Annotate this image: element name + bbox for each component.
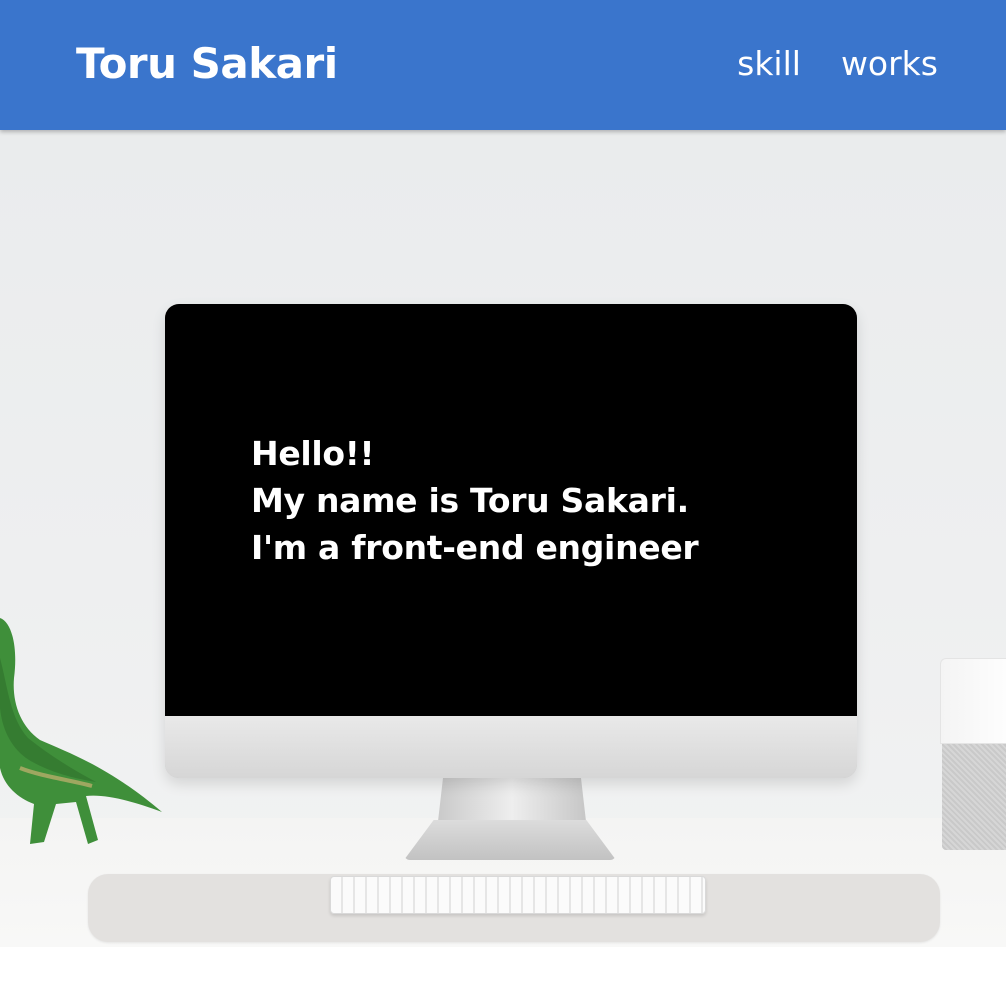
greeting-line-hello: Hello!! bbox=[251, 434, 375, 473]
dinosaur-figure-icon bbox=[0, 618, 162, 844]
speaker-box-top bbox=[940, 658, 1006, 744]
monitor-screen: Hello!! My name is Toru Sakari. I'm a fr… bbox=[165, 304, 857, 716]
hero-image: Hello!! My name is Toru Sakari. I'm a fr… bbox=[0, 130, 1006, 947]
greeting-text: Hello!! My name is Toru Sakari. I'm a fr… bbox=[251, 430, 699, 571]
monitor-chin bbox=[165, 716, 857, 778]
speaker-box bbox=[940, 658, 1006, 850]
greeting-line-role: I'm a front-end engineer bbox=[251, 528, 699, 567]
keyboard bbox=[330, 876, 706, 914]
nav-link-works[interactable]: works bbox=[841, 42, 938, 86]
monitor: Hello!! My name is Toru Sakari. I'm a fr… bbox=[165, 304, 857, 778]
main-nav: skill works bbox=[737, 42, 938, 86]
site-header: Toru Sakari skill works bbox=[0, 0, 1006, 130]
nav-link-skill[interactable]: skill bbox=[737, 42, 801, 86]
speaker-box-grille bbox=[942, 744, 1006, 850]
site-title[interactable]: Toru Sakari bbox=[76, 36, 338, 92]
greeting-line-name: My name is Toru Sakari. bbox=[251, 481, 689, 520]
monitor-stand-base bbox=[404, 820, 616, 860]
